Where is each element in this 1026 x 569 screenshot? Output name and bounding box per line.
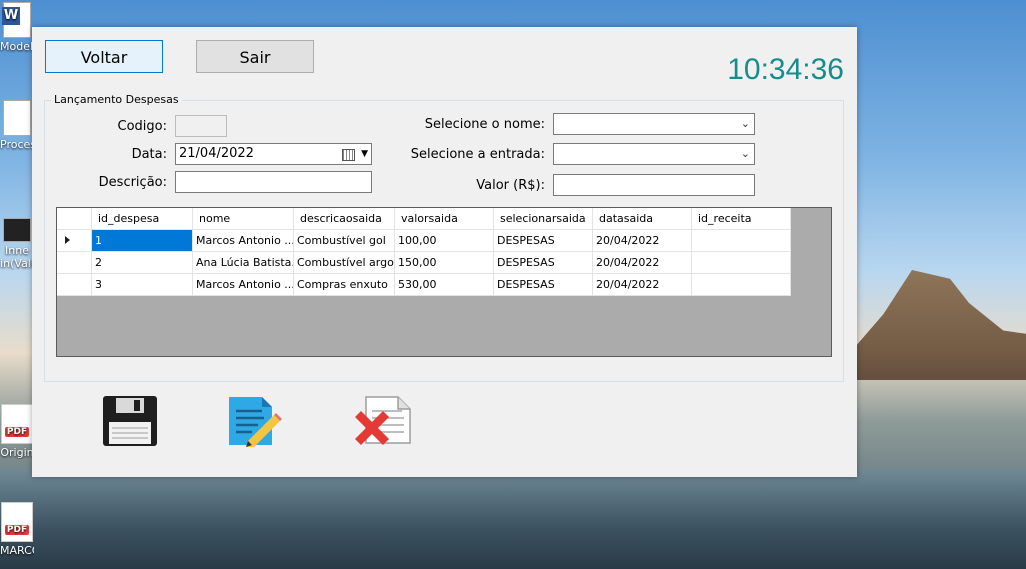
- word-file-icon: W: [2, 2, 31, 38]
- table-cell[interactable]: Combustível argo: [293, 251, 395, 274]
- floppy-disk-icon: [103, 396, 157, 446]
- date-picker[interactable]: 21/04/2022 ▼: [175, 143, 372, 165]
- column-header[interactable]: selecionarsaida: [493, 208, 593, 230]
- expenses-table: id_despesa nome descricaosaida valorsaid…: [57, 208, 791, 296]
- desktop-icon-inne[interactable]: Inne in(Vali: [0, 218, 34, 270]
- table-cell[interactable]: [691, 273, 791, 296]
- table-cell[interactable]: 3: [91, 273, 193, 296]
- valor-label: Valor (R$):: [476, 178, 545, 193]
- table-row[interactable]: 2 Ana Lúcia Batista... Combustível argo …: [57, 251, 791, 274]
- desktop-icon-word[interactable]: W Modelo: [0, 2, 34, 53]
- clock-display: 10:34:36: [727, 53, 844, 86]
- entrada-select[interactable]: ⌄: [553, 143, 755, 165]
- table-row[interactable]: 1 Marcos Antonio ... Combustível gol 100…: [57, 229, 791, 252]
- pdf-file-icon: PDF: [1, 404, 33, 444]
- codigo-label: Codigo:: [117, 119, 167, 134]
- table-cell[interactable]: [691, 251, 791, 274]
- date-value: 21/04/2022: [179, 146, 254, 161]
- sea-background: [0, 470, 1026, 569]
- table-cell[interactable]: DESPESAS: [493, 273, 593, 296]
- desktop-icon-marco[interactable]: PDF MARCO-A...: [0, 502, 34, 557]
- data-label: Data:: [131, 147, 167, 162]
- valor-input[interactable]: [553, 174, 755, 196]
- chevron-down-icon: ⌄: [740, 117, 750, 130]
- column-header[interactable]: datasaida: [592, 208, 692, 230]
- desktop-icon-label: Modelo: [0, 40, 34, 53]
- chevron-down-icon: ▼: [361, 149, 368, 159]
- table-cell[interactable]: 20/04/2022: [592, 251, 692, 274]
- table-cell[interactable]: Marcos Antonio ...: [192, 229, 294, 252]
- table-cell[interactable]: 20/04/2022: [592, 229, 692, 252]
- table-header-row: id_despesa nome descricaosaida valorsaid…: [57, 208, 791, 230]
- table-cell[interactable]: [691, 229, 791, 252]
- back-button[interactable]: Voltar: [45, 40, 163, 73]
- desktop-icon-label: Origin: [0, 446, 34, 459]
- desktop-icon-label: MARCO-A...: [0, 544, 34, 557]
- desktop-icon-process[interactable]: Process: [0, 100, 34, 151]
- edit-document-icon: [229, 397, 282, 447]
- row-header-corner: [57, 208, 92, 230]
- document-icon: [3, 100, 31, 136]
- delete-button[interactable]: [352, 395, 411, 447]
- table-cell[interactable]: Marcos Antonio ...: [192, 273, 294, 296]
- calendar-icon: [342, 149, 355, 161]
- desktop-icon-label: Inne in(Vali: [0, 244, 34, 270]
- descricao-input[interactable]: [175, 171, 372, 193]
- group-title: Lançamento Despesas: [51, 93, 182, 106]
- delete-document-icon: [355, 396, 411, 445]
- column-header[interactable]: id_receita: [691, 208, 791, 230]
- expenses-window: Voltar Sair 10:34:36 Lançamento Despesas…: [32, 27, 857, 477]
- table-cell[interactable]: 1: [91, 229, 193, 252]
- table-cell[interactable]: 2: [91, 251, 193, 274]
- codigo-field: [175, 115, 227, 137]
- document-icon: [3, 218, 31, 242]
- table-cell[interactable]: Combustível gol: [293, 229, 395, 252]
- table-cell[interactable]: 150,00: [394, 251, 494, 274]
- island-background: [836, 270, 1026, 380]
- nome-label: Selecione o nome:: [424, 117, 545, 132]
- descricao-label: Descrição:: [98, 175, 167, 190]
- column-header[interactable]: valorsaida: [394, 208, 494, 230]
- desktop-icon-label: Process: [0, 138, 34, 151]
- column-header[interactable]: id_despesa: [91, 208, 193, 230]
- table-cell[interactable]: Compras enxuto: [293, 273, 395, 296]
- column-header[interactable]: nome: [192, 208, 294, 230]
- row-header[interactable]: [57, 229, 92, 252]
- nome-select[interactable]: ⌄: [553, 113, 755, 135]
- edit-button[interactable]: [226, 395, 282, 447]
- table-cell[interactable]: 20/04/2022: [592, 273, 692, 296]
- expenses-grid[interactable]: id_despesa nome descricaosaida valorsaid…: [56, 207, 832, 357]
- table-cell[interactable]: DESPESAS: [493, 251, 593, 274]
- column-header[interactable]: descricaosaida: [293, 208, 395, 230]
- exit-button[interactable]: Sair: [196, 40, 314, 73]
- current-row-icon: [65, 236, 70, 244]
- row-header[interactable]: [57, 273, 92, 296]
- table-cell[interactable]: DESPESAS: [493, 229, 593, 252]
- chevron-down-icon: ⌄: [740, 147, 750, 160]
- save-button[interactable]: [102, 395, 158, 447]
- desktop-icon-origin[interactable]: PDF Origin: [0, 404, 34, 459]
- table-cell[interactable]: Ana Lúcia Batista...: [192, 251, 294, 274]
- table-row[interactable]: 3 Marcos Antonio ... Compras enxuto 530,…: [57, 273, 791, 296]
- entrada-label: Selecione a entrada:: [410, 147, 545, 162]
- row-header[interactable]: [57, 251, 92, 274]
- pdf-file-icon: PDF: [1, 502, 33, 542]
- table-cell[interactable]: 100,00: [394, 229, 494, 252]
- table-cell[interactable]: 530,00: [394, 273, 494, 296]
